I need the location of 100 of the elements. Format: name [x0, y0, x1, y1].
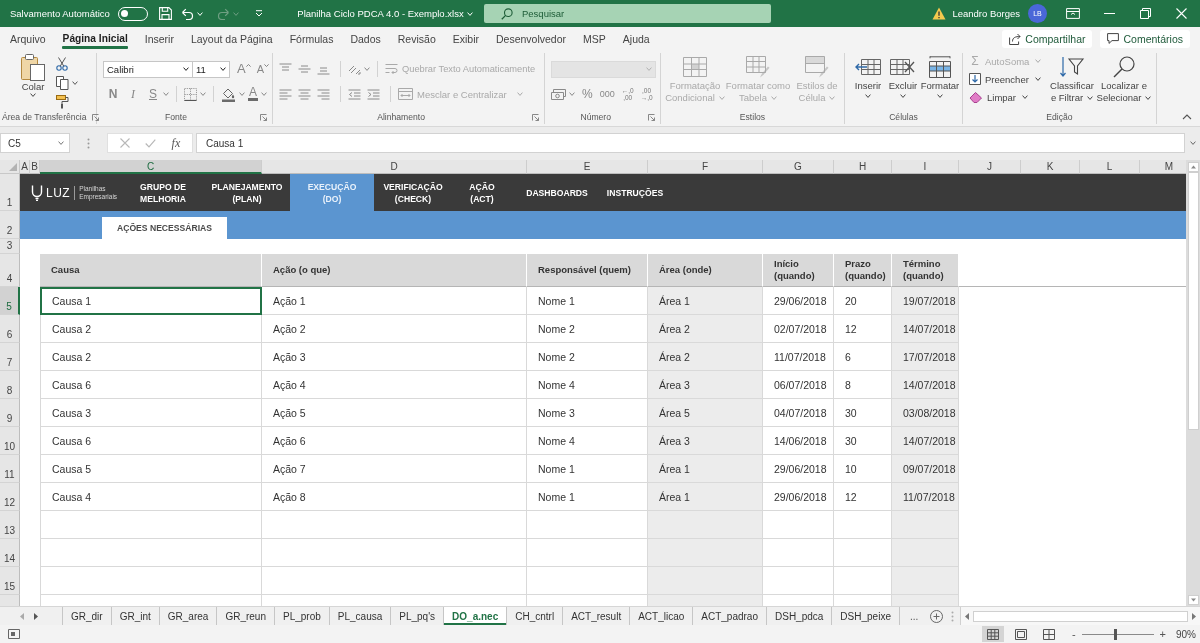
table-cell[interactable]: Causa 6	[40, 427, 262, 455]
table-cell[interactable]: Nome 4	[527, 371, 648, 399]
column-header[interactable]: K	[1021, 160, 1080, 174]
align-middle-icon[interactable]	[298, 63, 311, 75]
redo-icon[interactable]	[216, 7, 230, 20]
table-cell[interactable]: 8	[834, 371, 892, 399]
sub-tab[interactable]: AÇÕES NECESSÁRIAS	[102, 217, 227, 239]
table-cell[interactable]: Nome 2	[527, 315, 648, 343]
table-cell[interactable]	[262, 539, 527, 567]
column-header[interactable]: I	[892, 160, 959, 174]
nav-tab[interactable]: GRUPO DE MELHORIA	[122, 174, 204, 211]
sort-filter-button[interactable]: Classificar e Filtrar	[1049, 53, 1095, 104]
nav-tab[interactable]: INSTRUÇÕES	[602, 174, 668, 211]
column-header[interactable]: E	[527, 160, 648, 174]
table-cell[interactable]	[40, 539, 262, 567]
number-format-field[interactable]	[551, 60, 656, 78]
table-cell[interactable]: Ação 1	[262, 287, 527, 315]
select-all-icon[interactable]	[9, 163, 17, 171]
table-cell[interactable]	[892, 567, 959, 595]
table-cell[interactable]: Ação 2	[262, 315, 527, 343]
table-cell[interactable]: Nome 2	[527, 343, 648, 371]
comments-button[interactable]: Comentários	[1100, 29, 1190, 48]
dialog-launcher-icon[interactable]	[532, 113, 539, 121]
name-box[interactable]: C5	[0, 133, 70, 153]
table-cell[interactable]	[834, 567, 892, 595]
caret-icon[interactable]	[1087, 96, 1094, 100]
row-header[interactable]: 4	[0, 254, 20, 287]
table-cell[interactable]: 19/07/2018	[892, 287, 959, 315]
zoom-out-button[interactable]: -	[1071, 628, 1076, 640]
table-cell[interactable]	[527, 539, 648, 567]
table-cell[interactable]: Causa 6	[40, 371, 262, 399]
table-cell[interactable]: 11/07/2018	[763, 343, 834, 371]
table-cell[interactable]: Área 1	[648, 455, 763, 483]
table-cell[interactable]	[262, 511, 527, 539]
table-cell[interactable]: 02/07/2018	[763, 315, 834, 343]
row-header[interactable]: 11	[0, 455, 20, 483]
table-cell[interactable]: Ação 6	[262, 427, 527, 455]
table-cell[interactable]	[527, 567, 648, 595]
font-name-field[interactable]: Calibri	[103, 60, 193, 78]
formula-field[interactable]: Causa 1	[196, 133, 1185, 153]
font-size-field[interactable]: 11	[192, 60, 230, 78]
table-cell[interactable]: Ação 4	[262, 371, 527, 399]
table-cell[interactable]	[834, 511, 892, 539]
borders-icon[interactable]	[184, 87, 197, 101]
table-cell[interactable]: Área 2	[648, 343, 763, 371]
ribbon-tab[interactable]: Ajuda	[614, 27, 659, 50]
table-cell[interactable]	[527, 511, 648, 539]
nav-tab[interactable]: AÇÃO (ACT)	[452, 174, 512, 211]
table-cell[interactable]	[262, 567, 527, 595]
format-painter-icon[interactable]	[56, 95, 69, 109]
row-header[interactable]: 14	[0, 539, 20, 567]
enter-icon[interactable]	[145, 138, 157, 148]
row-header[interactable]: 3	[0, 239, 20, 254]
row-header[interactable]: 7	[0, 343, 20, 371]
table-cell[interactable]: Área 5	[648, 399, 763, 427]
table-cell[interactable]: Ação 5	[262, 399, 527, 427]
collapse-ribbon-icon[interactable]	[1182, 114, 1192, 120]
dialog-launcher-icon[interactable]	[91, 113, 99, 121]
table-cell[interactable]	[763, 539, 834, 567]
macro-record-icon[interactable]	[8, 629, 20, 639]
fill-button[interactable]: Preencher	[969, 71, 1049, 87]
cut-icon[interactable]	[56, 57, 68, 71]
table-cell[interactable]	[763, 511, 834, 539]
table-cell[interactable]: Nome 4	[527, 427, 648, 455]
currency-icon[interactable]	[551, 88, 566, 100]
table-cell[interactable]: 03/08/2018	[892, 399, 959, 427]
caret-icon[interactable]	[30, 93, 36, 97]
cancel-icon[interactable]	[119, 138, 130, 148]
table-cell[interactable]	[648, 567, 763, 595]
table-cell[interactable]: 12	[834, 315, 892, 343]
add-sheet-icon[interactable]	[930, 609, 944, 623]
column-header[interactable]: H	[834, 160, 892, 174]
row-header[interactable]: 12	[0, 483, 20, 511]
caret-icon[interactable]	[1034, 77, 1041, 81]
sheet-tab[interactable]: DO_a.nec	[444, 607, 508, 625]
share-button[interactable]: Compartilhar	[1002, 29, 1093, 48]
ribbon-tab[interactable]: Dados	[341, 27, 390, 50]
column-header[interactable]: D	[262, 160, 527, 174]
slider-thumb[interactable]	[1113, 628, 1117, 640]
more-sheets-button[interactable]: ...	[905, 607, 923, 625]
more-icon[interactable]	[87, 137, 90, 149]
table-cell[interactable]	[648, 511, 763, 539]
table-cell[interactable]	[834, 539, 892, 567]
ribbon-tab[interactable]: Página Inicial	[54, 27, 137, 50]
restore-icon[interactable]	[1139, 8, 1151, 19]
table-cell[interactable]: 12	[834, 483, 892, 511]
dialog-launcher-icon[interactable]	[648, 113, 655, 121]
ribbon-display-icon[interactable]	[1066, 8, 1080, 19]
ribbon-tab[interactable]: Revisão	[389, 27, 445, 50]
cells-button[interactable]: Excluir	[887, 56, 919, 98]
column-header[interactable]: M	[1140, 160, 1186, 174]
nav-tab[interactable]: PLANEJAMENTO (PLAN)	[204, 174, 290, 211]
ribbon-tab[interactable]: Exibir	[444, 27, 488, 50]
cells-button[interactable]: Formatar	[919, 56, 961, 98]
decrease-indent-icon[interactable]	[348, 88, 361, 100]
table-cell[interactable]: Área 1	[648, 483, 763, 511]
table-cell[interactable]	[892, 511, 959, 539]
row-header[interactable]: 15	[0, 567, 20, 595]
table-cell[interactable]: Ação 3	[262, 343, 527, 371]
scroll-down-icon[interactable]	[1187, 595, 1199, 605]
